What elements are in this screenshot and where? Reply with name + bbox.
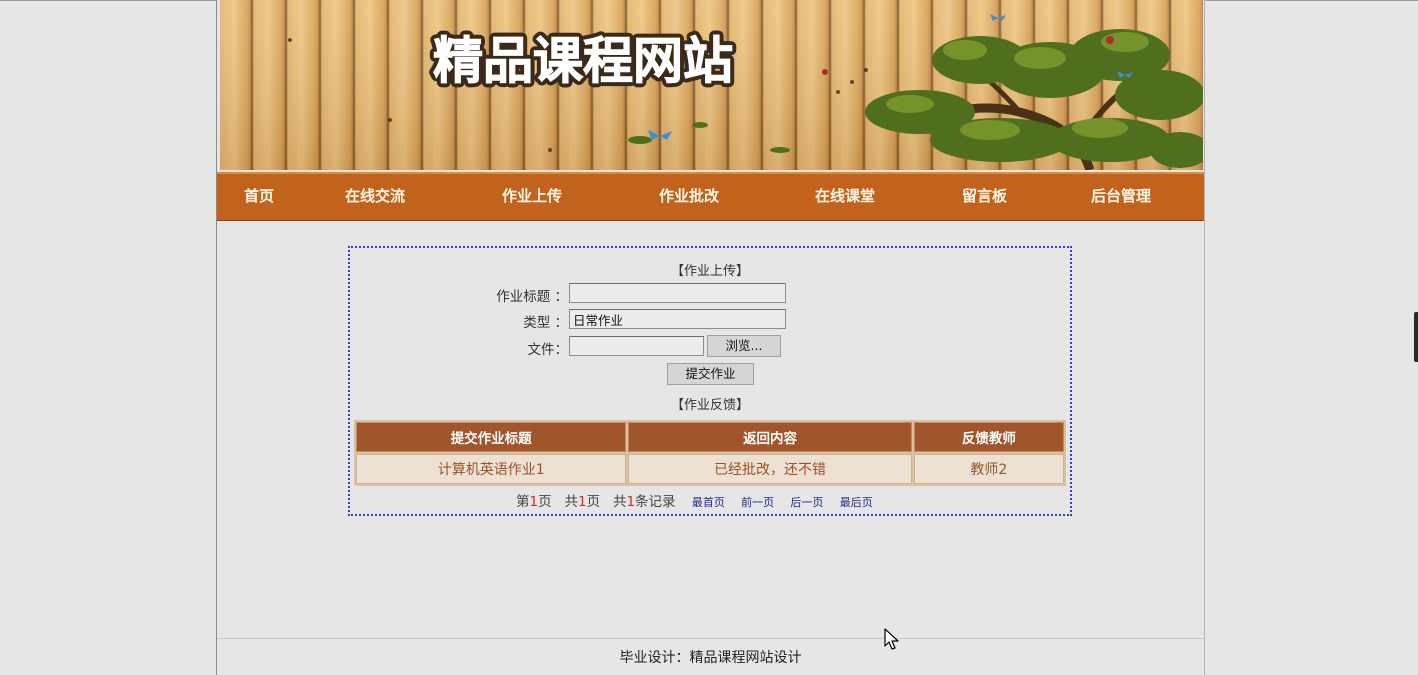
table-row: 计算机英语作业1 已经批改，还不错 教师2: [356, 454, 1064, 484]
homework-panel: 【作业上传】 作业标题 ： 类型 ： 文件： 浏览... 提交作业 【作业反馈】…: [348, 246, 1072, 516]
nav-item-online-class[interactable]: 在线课堂: [815, 174, 875, 220]
nav-item-homework-grading[interactable]: 作业批改: [659, 174, 719, 220]
pager-last-link[interactable]: 最后页: [840, 496, 873, 509]
pager-total-pages: 1: [577, 494, 587, 510]
nav-item-homework-upload[interactable]: 作业上传: [502, 174, 562, 220]
feedback-table: 提交作业标题 返回内容 反馈教师 计算机英语作业1 已经批改，还不错 教师2: [354, 420, 1066, 486]
footer-divider: [217, 638, 1204, 639]
nav-item-message-board[interactable]: 留言板: [962, 174, 1007, 220]
table-cell-title: 计算机英语作业1: [356, 454, 627, 484]
feedback-section-title: 【作业反馈】: [670, 398, 749, 413]
column-header-title: 提交作业标题: [356, 422, 627, 452]
file-label: 文件：: [527, 342, 569, 358]
site-logo-text: 精品课程网站: [433, 31, 733, 90]
nav-item-home[interactable]: 首页: [244, 174, 274, 220]
feedback-table-wrap: 提交作业标题 返回内容 反馈教师 计算机英语作业1 已经批改，还不错 教师2: [354, 420, 1066, 486]
pager-next-link[interactable]: 后一页: [790, 496, 823, 509]
nav-item-admin[interactable]: 后台管理: [1091, 174, 1151, 220]
pager-total-records-suffix: 条记录: [635, 494, 676, 510]
pager-page-prefix: 第: [516, 494, 530, 510]
mouse-pointer-icon: [884, 628, 900, 656]
pager-first-link[interactable]: 最首页: [692, 496, 725, 509]
pager-prev-link[interactable]: 前一页: [741, 496, 774, 509]
nav-item-online-chat[interactable]: 在线交流: [345, 174, 405, 220]
site-logo: 精品课程网站 精品课程网站: [425, 26, 775, 100]
header-banner: 精品课程网站 精品课程网站: [220, 0, 1203, 170]
file-path-input[interactable]: [569, 336, 704, 356]
feedback-table-header: 提交作业标题 返回内容 反馈教师: [356, 422, 1064, 452]
browse-button[interactable]: 浏览...: [707, 335, 781, 357]
pager-total-records-prefix: 共: [612, 494, 627, 510]
type-input[interactable]: [569, 309, 786, 329]
table-cell-teacher: 教师2: [913, 454, 1064, 484]
pager-total-pages-suffix: 页: [586, 494, 601, 510]
upload-section-title: 【作业上传】: [670, 264, 749, 279]
table-cell-content: 已经批改，还不错: [628, 454, 912, 484]
homework-title-input[interactable]: [569, 283, 786, 303]
submit-homework-button[interactable]: 提交作业: [667, 363, 754, 385]
page-container: 精品课程网站 精品课程网站 首页 在线交流 作业上传 作业批改 在线课堂 留言板…: [216, 0, 1205, 675]
pager-page-suffix: 页: [538, 494, 552, 510]
pager-total-records: 1: [626, 494, 636, 510]
column-header-content: 返回内容: [628, 422, 912, 452]
pagination: 第1页 共1页 共1条记录 最首页 前一页 后一页 最后页: [516, 490, 873, 510]
footer-text: 毕业设计：精品课程网站设计: [619, 650, 802, 666]
column-header-teacher: 反馈教师: [913, 422, 1064, 452]
pager-total-pages-prefix: 共: [564, 494, 578, 510]
pager-page-num: 1: [529, 494, 539, 510]
homework-title-label: 作业标题 ：: [496, 289, 568, 305]
scroll-edge-tab: [1414, 312, 1418, 362]
main-nav: 首页 在线交流 作业上传 作业批改 在线课堂 留言板 后台管理: [217, 172, 1204, 221]
type-label: 类型 ：: [523, 315, 568, 331]
